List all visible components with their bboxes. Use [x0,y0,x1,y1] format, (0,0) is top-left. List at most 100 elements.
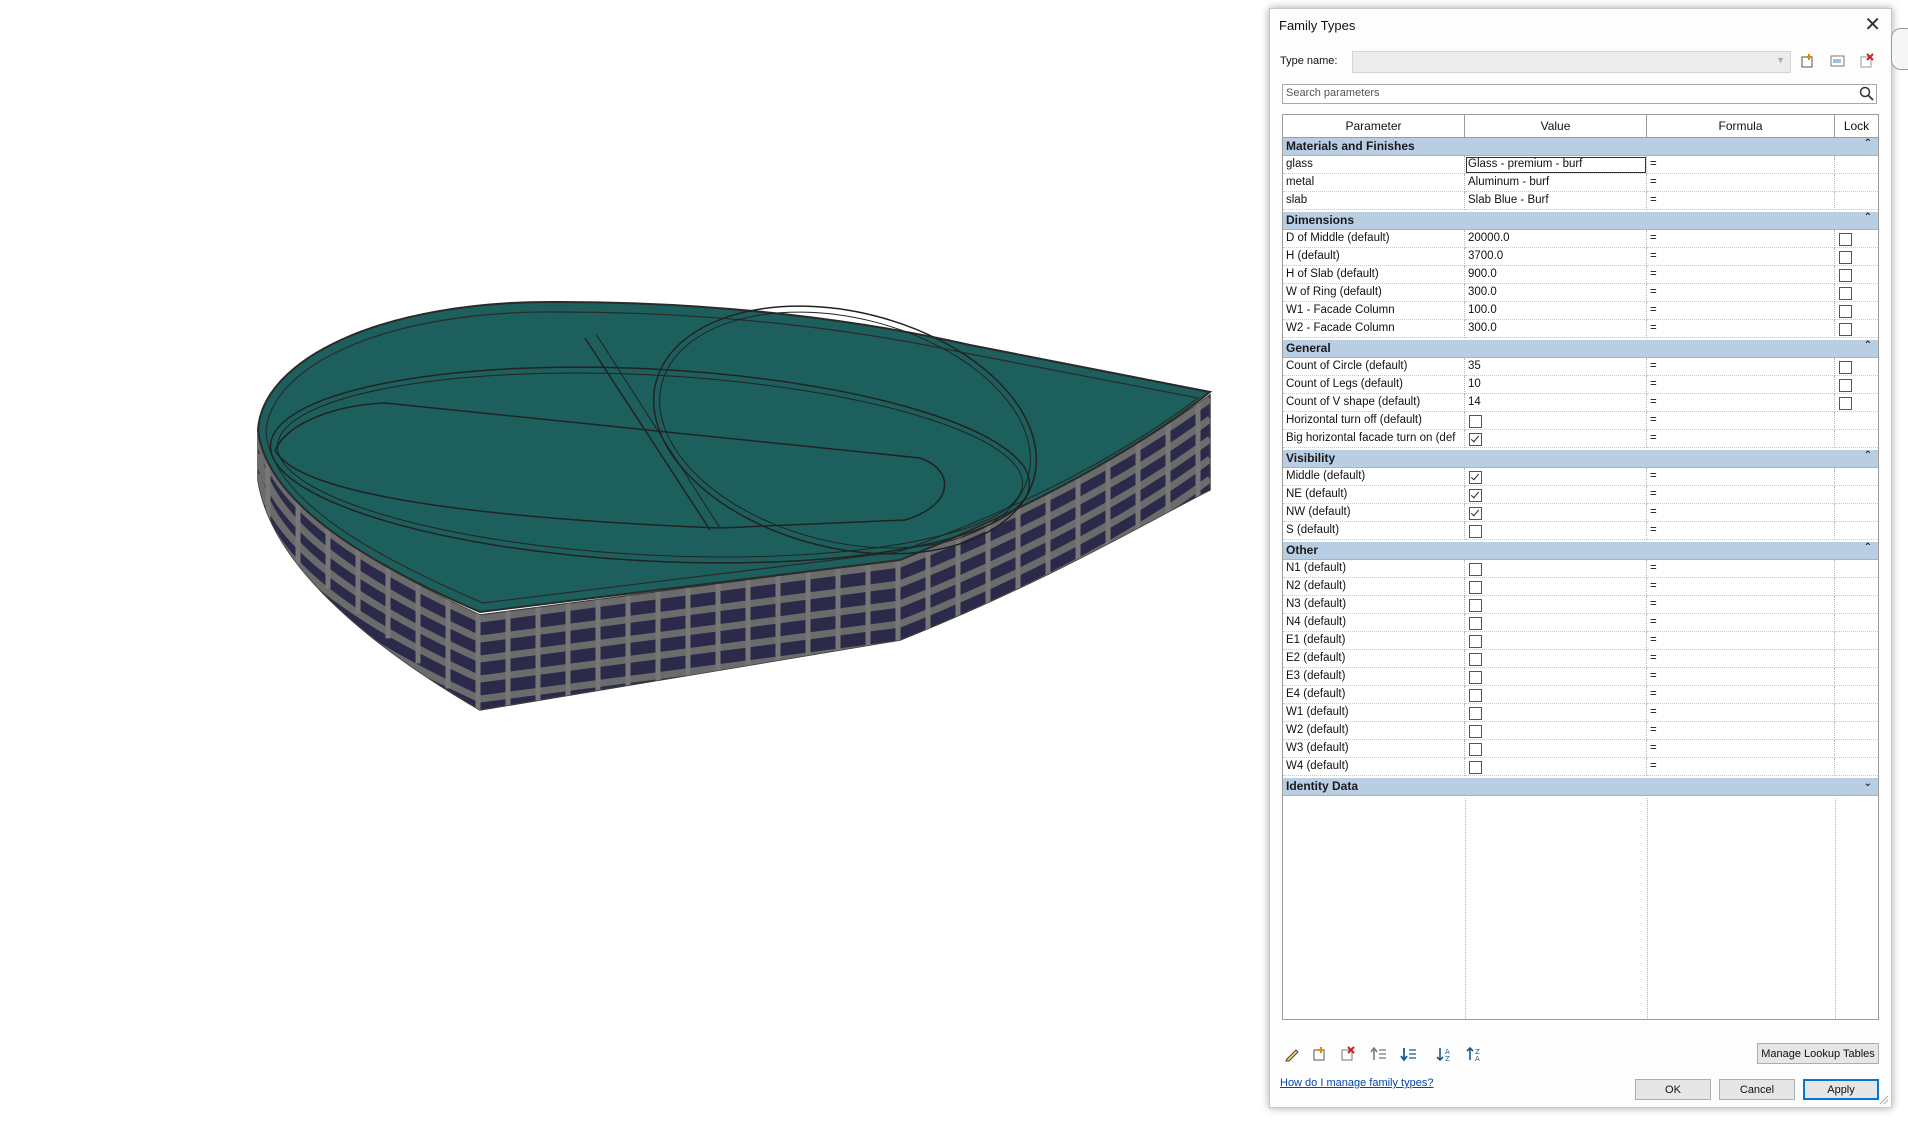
lock-cell[interactable] [1835,376,1878,394]
ok-button[interactable]: OK [1635,1079,1711,1100]
move-up-icon[interactable] [1368,1045,1388,1063]
parameter-value[interactable]: 20000.0 [1465,230,1647,248]
close-icon[interactable]: ✕ [1864,13,1881,37]
checkbox-unchecked[interactable] [1469,707,1482,720]
lock-cell[interactable] [1835,650,1878,668]
checkbox-unchecked[interactable] [1469,635,1482,648]
value-checkbox-cell[interactable] [1465,650,1647,668]
apply-button[interactable]: Apply [1803,1079,1879,1100]
lock-cell[interactable] [1835,722,1878,740]
type-name-dropdown[interactable]: ▼ [1352,51,1791,73]
lock-checkbox[interactable] [1839,269,1852,282]
column-header-value[interactable]: Value [1465,115,1647,137]
rename-type-icon[interactable] [1827,50,1849,72]
parameters-grid[interactable]: Parameter Value Formula Lock Materials a… [1282,114,1879,1020]
lock-cell[interactable] [1835,614,1878,632]
value-checkbox-cell[interactable] [1465,522,1647,540]
parameter-row[interactable]: E2 (default) = [1283,650,1878,668]
lock-checkbox[interactable] [1839,379,1852,392]
lock-cell[interactable] [1835,266,1878,284]
formula-field[interactable]: = [1647,668,1835,686]
collapse-icon[interactable]: ⌃ [1864,542,1872,553]
parameter-row[interactable]: S (default) = [1283,522,1878,540]
lock-cell[interactable] [1835,740,1878,758]
formula-field[interactable]: = [1647,394,1835,412]
lock-checkbox[interactable] [1839,323,1852,336]
parameter-value[interactable]: 10 [1465,376,1647,394]
parameter-value[interactable]: 300.0 [1465,284,1647,302]
formula-field[interactable]: = [1647,302,1835,320]
formula-field[interactable]: = [1647,192,1835,210]
formula-field[interactable]: = [1647,486,1835,504]
checkbox-checked[interactable] [1469,489,1482,502]
lock-cell[interactable] [1835,668,1878,686]
value-checkbox-cell[interactable] [1465,504,1647,522]
lock-cell[interactable] [1835,486,1878,504]
parameter-value[interactable]: 35 [1465,358,1647,376]
checkbox-unchecked[interactable] [1469,689,1482,702]
lock-cell[interactable] [1835,320,1878,338]
parameter-row[interactable]: E4 (default) = [1283,686,1878,704]
group-header[interactable]: General ⌃ [1283,340,1878,358]
lock-cell[interactable] [1835,686,1878,704]
parameter-row[interactable]: NW (default) = [1283,504,1878,522]
group-header[interactable]: Materials and Finishes ⌃ [1283,138,1878,156]
lock-cell[interactable] [1835,248,1878,266]
value-checkbox-cell[interactable] [1465,486,1647,504]
manage-lookup-tables-button[interactable]: Manage Lookup Tables [1757,1043,1879,1064]
parameter-row[interactable]: W2 - Facade Column 300.0 = [1283,320,1878,338]
parameter-value[interactable]: Slab Blue - Burf [1465,192,1647,210]
value-checkbox-cell[interactable] [1465,412,1647,430]
lock-cell[interactable] [1835,412,1878,430]
sort-descending-icon[interactable]: ZA [1465,1045,1485,1063]
new-parameter-icon[interactable] [1310,1045,1330,1063]
value-checkbox-cell[interactable] [1465,560,1647,578]
group-header[interactable]: Dimensions ⌃ [1283,212,1878,230]
formula-field[interactable]: = [1647,468,1835,486]
cancel-button[interactable]: Cancel [1719,1079,1795,1100]
value-checkbox-cell[interactable] [1465,740,1647,758]
delete-type-icon[interactable] [1856,50,1878,72]
checkbox-unchecked[interactable] [1469,653,1482,666]
collapse-icon[interactable]: ⌃ [1864,138,1872,149]
lock-cell[interactable] [1835,156,1878,174]
parameter-row[interactable]: Count of Legs (default) 10 = [1283,376,1878,394]
checkbox-unchecked[interactable] [1469,725,1482,738]
parameter-row[interactable]: N2 (default) = [1283,578,1878,596]
column-header-parameter[interactable]: Parameter [1283,115,1465,137]
parameter-row[interactable]: Count of Circle (default) 35 = [1283,358,1878,376]
checkbox-unchecked[interactable] [1469,563,1482,576]
formula-field[interactable]: = [1647,758,1835,776]
checkbox-unchecked[interactable] [1469,415,1482,428]
search-icon[interactable] [1859,86,1874,106]
lock-cell[interactable] [1835,504,1878,522]
lock-cell[interactable] [1835,468,1878,486]
collapse-icon[interactable]: ⌃ [1864,340,1872,351]
lock-cell[interactable] [1835,302,1878,320]
group-header[interactable]: Identity Data ⌄ [1283,778,1878,796]
formula-field[interactable]: = [1647,632,1835,650]
formula-field[interactable]: = [1647,376,1835,394]
formula-field[interactable]: = [1647,522,1835,540]
parameter-value[interactable]: Glass - premium - burf [1465,156,1647,174]
value-checkbox-cell[interactable] [1465,668,1647,686]
lock-cell[interactable] [1835,578,1878,596]
parameter-value[interactable]: 300.0 [1465,320,1647,338]
lock-cell[interactable] [1835,560,1878,578]
parameter-row[interactable]: glass Glass - premium - burf = [1283,156,1878,174]
parameter-value[interactable]: 3700.0 [1465,248,1647,266]
search-input[interactable]: Search parameters [1282,84,1877,104]
lock-checkbox[interactable] [1839,251,1852,264]
parameter-row[interactable]: N4 (default) = [1283,614,1878,632]
formula-field[interactable]: = [1647,266,1835,284]
formula-field[interactable]: = [1647,230,1835,248]
lock-checkbox[interactable] [1839,233,1852,246]
value-checkbox-cell[interactable] [1465,758,1647,776]
lock-cell[interactable] [1835,394,1878,412]
formula-field[interactable]: = [1647,686,1835,704]
parameter-row[interactable]: W of Ring (default) 300.0 = [1283,284,1878,302]
lock-cell[interactable] [1835,596,1878,614]
value-checkbox-cell[interactable] [1465,430,1647,448]
checkbox-unchecked[interactable] [1469,671,1482,684]
formula-field[interactable]: = [1647,412,1835,430]
